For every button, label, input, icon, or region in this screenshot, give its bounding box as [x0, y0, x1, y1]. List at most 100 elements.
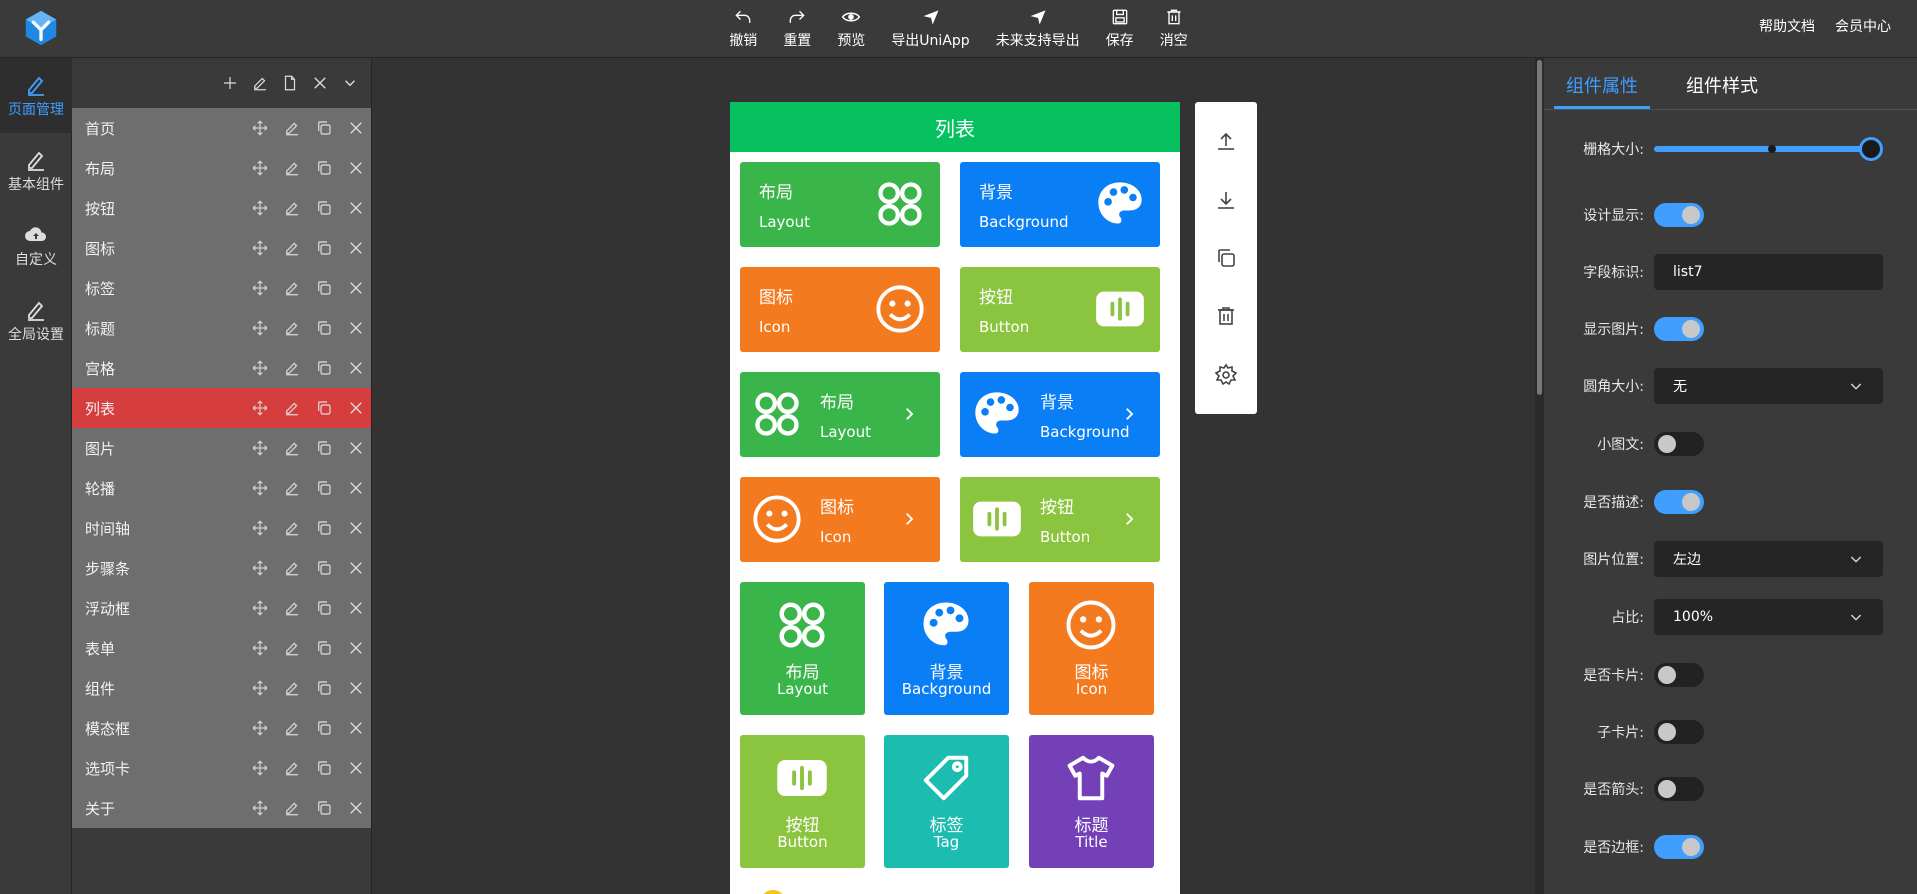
image-position-select[interactable]: 左边 — [1654, 541, 1883, 577]
page-item[interactable]: 模态框 — [72, 708, 371, 748]
move-icon[interactable] — [251, 679, 269, 697]
chevron-down-icon[interactable] — [341, 74, 359, 92]
show-image-toggle[interactable] — [1654, 317, 1704, 341]
page-item[interactable]: 表单 — [72, 628, 371, 668]
grid-card[interactable]: 按钮 Button — [740, 735, 865, 868]
edit-icon[interactable] — [283, 599, 301, 617]
is-card-toggle[interactable] — [1654, 663, 1704, 687]
copy-icon[interactable] — [315, 119, 333, 137]
slider-handle[interactable] — [1859, 137, 1883, 161]
export-uniapp-button[interactable]: 导出UniApp — [878, 5, 982, 53]
copy-icon[interactable] — [315, 599, 333, 617]
nav-global-settings[interactable]: 全局设置 — [0, 283, 72, 358]
page-item[interactable]: 步骤条 — [72, 548, 371, 588]
copy-icon[interactable] — [315, 639, 333, 657]
copy-icon[interactable] — [315, 399, 333, 417]
border-toggle[interactable] — [1654, 835, 1704, 859]
move-icon[interactable] — [251, 639, 269, 657]
copy-icon[interactable] — [315, 719, 333, 737]
close-icon[interactable] — [347, 319, 365, 337]
copy-icon[interactable] — [315, 479, 333, 497]
close-icon[interactable] — [347, 679, 365, 697]
close-icon[interactable] — [347, 119, 365, 137]
grid-size-slider[interactable] — [1654, 137, 1883, 161]
edit-icon[interactable] — [283, 399, 301, 417]
list-card[interactable]: 按钮 Button — [960, 477, 1160, 562]
page-item[interactable]: 轮播 — [72, 468, 371, 508]
save-button[interactable]: 保存 — [1093, 5, 1147, 53]
edit-icon[interactable] — [283, 479, 301, 497]
trash-icon[interactable] — [1214, 304, 1238, 328]
page-item[interactable]: 浮动框 — [72, 588, 371, 628]
edit-icon[interactable] — [283, 439, 301, 457]
redo-button[interactable]: 重置 — [770, 5, 824, 53]
close-icon[interactable] — [347, 479, 365, 497]
copy-icon[interactable] — [315, 799, 333, 817]
settings-icon[interactable] — [1214, 363, 1238, 387]
new-page-icon[interactable] — [281, 74, 299, 92]
move-icon[interactable] — [251, 279, 269, 297]
phone-preview[interactable]: 列表 布局 Layout 背景 Background 图标 Icon 按钮 Button 布局 L… — [730, 102, 1180, 894]
close-icon[interactable] — [347, 599, 365, 617]
list-card[interactable]: 背景 Background — [960, 162, 1160, 247]
close-icon[interactable] — [347, 639, 365, 657]
close-icon[interactable] — [347, 439, 365, 457]
close-icon[interactable] — [347, 399, 365, 417]
page-item[interactable]: 时间轴 — [72, 508, 371, 548]
edit-icon[interactable] — [283, 519, 301, 537]
list-card[interactable]: 背景 Background — [960, 372, 1160, 457]
close-icon[interactable] — [311, 74, 329, 92]
page-item[interactable]: 布局 — [72, 148, 371, 188]
move-icon[interactable] — [251, 319, 269, 337]
move-icon[interactable] — [251, 479, 269, 497]
edit-icon[interactable] — [283, 199, 301, 217]
page-item[interactable]: 宫格 — [72, 348, 371, 388]
close-icon[interactable] — [347, 199, 365, 217]
move-icon[interactable] — [251, 719, 269, 737]
edit-icon[interactable] — [283, 639, 301, 657]
grid-card[interactable]: 标签 Tag — [884, 735, 1009, 868]
edit-icon[interactable] — [283, 159, 301, 177]
describe-toggle[interactable] — [1654, 490, 1704, 514]
close-icon[interactable] — [347, 559, 365, 577]
list-card[interactable]: 布局 Layout — [740, 372, 940, 457]
tab-component-props[interactable]: 组件属性 — [1554, 58, 1650, 109]
page-item[interactable]: 图标 — [72, 228, 371, 268]
field-id-input[interactable] — [1654, 254, 1883, 290]
move-icon[interactable] — [251, 159, 269, 177]
edit-icon[interactable] — [283, 559, 301, 577]
list-card[interactable]: 图标 Icon — [740, 477, 940, 562]
page-item[interactable]: 列表 — [72, 388, 371, 428]
edit-icon[interactable] — [283, 239, 301, 257]
arrow-toggle[interactable] — [1654, 777, 1704, 801]
edit-icon[interactable] — [283, 759, 301, 777]
nav-page-management[interactable]: 页面管理 — [0, 58, 72, 133]
preview-button[interactable]: 预览 — [824, 5, 878, 53]
design-show-toggle[interactable] — [1654, 203, 1704, 227]
copy-icon[interactable] — [315, 319, 333, 337]
move-icon[interactable] — [251, 439, 269, 457]
grid-card[interactable]: 图标 Icon — [1029, 582, 1154, 715]
page-item[interactable]: 组件 — [72, 668, 371, 708]
copy-icon[interactable] — [315, 159, 333, 177]
ratio-select[interactable]: 100% — [1654, 599, 1883, 635]
close-icon[interactable] — [347, 239, 365, 257]
edit-icon[interactable] — [283, 359, 301, 377]
copy-icon[interactable] — [315, 759, 333, 777]
copy-icon[interactable] — [315, 279, 333, 297]
move-up-icon[interactable] — [1214, 129, 1238, 153]
radius-select[interactable]: 无 — [1654, 368, 1883, 404]
copy-icon[interactable] — [315, 199, 333, 217]
move-icon[interactable] — [251, 239, 269, 257]
edit-icon[interactable] — [283, 679, 301, 697]
grid-card[interactable]: 背景 Background — [884, 582, 1009, 715]
sub-card-toggle[interactable] — [1654, 720, 1704, 744]
add-icon[interactable] — [221, 74, 239, 92]
move-icon[interactable] — [251, 519, 269, 537]
close-icon[interactable] — [347, 759, 365, 777]
close-icon[interactable] — [347, 719, 365, 737]
close-icon[interactable] — [347, 519, 365, 537]
copy-icon[interactable] — [315, 359, 333, 377]
move-icon[interactable] — [251, 399, 269, 417]
copy-icon[interactable] — [315, 439, 333, 457]
